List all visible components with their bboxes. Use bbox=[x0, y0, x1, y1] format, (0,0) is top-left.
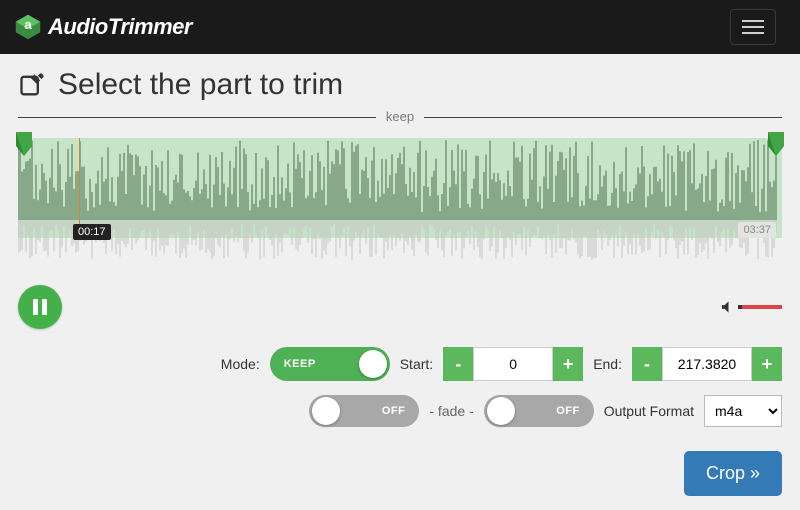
crop-row: Crop » bbox=[18, 451, 782, 496]
controls-row-1: Mode: KEEP Start: - + End: - + bbox=[18, 347, 782, 381]
end-label: End: bbox=[593, 356, 622, 372]
end-plus-button[interactable]: + bbox=[752, 347, 782, 381]
volume-slider[interactable] bbox=[738, 305, 782, 309]
heading-row: Select the part to trim bbox=[18, 68, 782, 102]
start-minus-button[interactable]: - bbox=[443, 347, 473, 381]
pause-button[interactable] bbox=[18, 285, 62, 329]
trim-handle-right[interactable] bbox=[766, 132, 786, 156]
mode-label: Mode: bbox=[221, 356, 260, 372]
svg-text:a: a bbox=[24, 17, 32, 32]
brand[interactable]: a AudioTrimmer bbox=[14, 13, 192, 41]
edit-icon bbox=[18, 71, 46, 99]
end-minus-button[interactable]: - bbox=[632, 347, 662, 381]
volume-icon bbox=[721, 300, 736, 314]
toggle-knob bbox=[359, 350, 387, 378]
time-current: 00:17 bbox=[73, 224, 111, 240]
fade-label: - fade - bbox=[429, 403, 473, 419]
menu-button[interactable] bbox=[730, 9, 776, 45]
mode-toggle[interactable]: KEEP bbox=[270, 347, 390, 381]
main-panel: Select the part to trim keep 00:17 03:37 bbox=[0, 54, 800, 510]
brand-logo-icon: a bbox=[14, 13, 42, 41]
end-stepper: - + bbox=[632, 347, 782, 381]
volume-control[interactable] bbox=[721, 300, 782, 314]
fade-in-text: OFF bbox=[368, 405, 420, 417]
output-format-label: Output Format bbox=[604, 403, 694, 419]
waveform[interactable]: 00:17 03:37 bbox=[18, 132, 782, 277]
page-title: Select the part to trim bbox=[58, 68, 343, 102]
playhead[interactable] bbox=[79, 138, 80, 238]
fade-out-toggle[interactable]: OFF bbox=[484, 395, 594, 427]
end-input[interactable] bbox=[662, 347, 752, 381]
start-plus-button[interactable]: + bbox=[553, 347, 583, 381]
keep-label: keep bbox=[376, 109, 424, 124]
playback-row bbox=[18, 285, 782, 329]
waveform-graphic bbox=[18, 138, 778, 268]
start-input[interactable] bbox=[473, 347, 553, 381]
output-format-select[interactable]: m4a bbox=[704, 395, 782, 427]
trim-handle-left[interactable] bbox=[14, 132, 34, 156]
navbar: a AudioTrimmer bbox=[0, 0, 800, 54]
fade-out-text: OFF bbox=[542, 405, 594, 417]
keep-divider: keep bbox=[18, 108, 782, 126]
start-stepper: - + bbox=[443, 347, 583, 381]
start-label: Start: bbox=[400, 356, 433, 372]
crop-button[interactable]: Crop » bbox=[684, 451, 782, 496]
fade-in-toggle[interactable]: OFF bbox=[309, 395, 419, 427]
toggle-knob bbox=[312, 397, 340, 425]
volume-fill bbox=[738, 305, 742, 309]
toggle-knob bbox=[487, 397, 515, 425]
time-total: 03:37 bbox=[738, 222, 776, 238]
brand-text: AudioTrimmer bbox=[48, 14, 192, 40]
mode-toggle-text: KEEP bbox=[270, 358, 330, 370]
pause-icon bbox=[33, 299, 47, 315]
controls-row-2: OFF - fade - OFF Output Format m4a bbox=[18, 395, 782, 427]
